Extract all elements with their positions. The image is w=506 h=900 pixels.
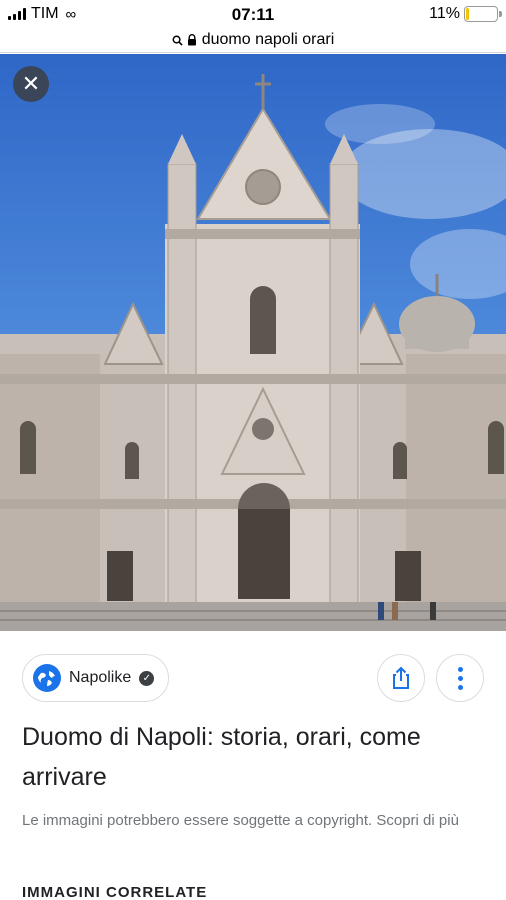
- battery-percent: 11%: [429, 5, 460, 22]
- image-details-panel: Napolike ✓ Duomo di Napoli: storia, orar…: [0, 631, 506, 900]
- source-name: Napolike: [69, 669, 132, 686]
- more-options-button[interactable]: [436, 654, 484, 702]
- share-icon: [393, 666, 409, 689]
- url-text: duomo napoli orari: [201, 31, 335, 48]
- more-vert-icon: [457, 666, 463, 690]
- copyright-notice[interactable]: Le immagini potrebbero essere soggette a…: [22, 807, 482, 835]
- search-icon: [172, 35, 183, 46]
- related-images-heading: IMMAGINI CORRELATE: [22, 884, 208, 900]
- globe-icon: [33, 664, 61, 692]
- image-title[interactable]: Duomo di Napoli: storia, orari, come arr…: [22, 717, 482, 797]
- verified-icon: ✓: [139, 670, 155, 686]
- cathedral-illustration: [0, 74, 506, 631]
- close-button[interactable]: ✕: [13, 66, 49, 102]
- lock-icon: [187, 34, 196, 46]
- battery-icon: [464, 6, 502, 22]
- close-icon: ✕: [21, 71, 41, 96]
- address-bar[interactable]: duomo napoli orari: [0, 28, 506, 53]
- status-bar: TIM ∞ 07:11 11%: [0, 0, 506, 28]
- cathedral-photo[interactable]: [0, 54, 506, 631]
- source-chip[interactable]: Napolike ✓: [22, 654, 170, 702]
- battery-status: 11%: [429, 5, 502, 23]
- share-button[interactable]: [377, 654, 425, 702]
